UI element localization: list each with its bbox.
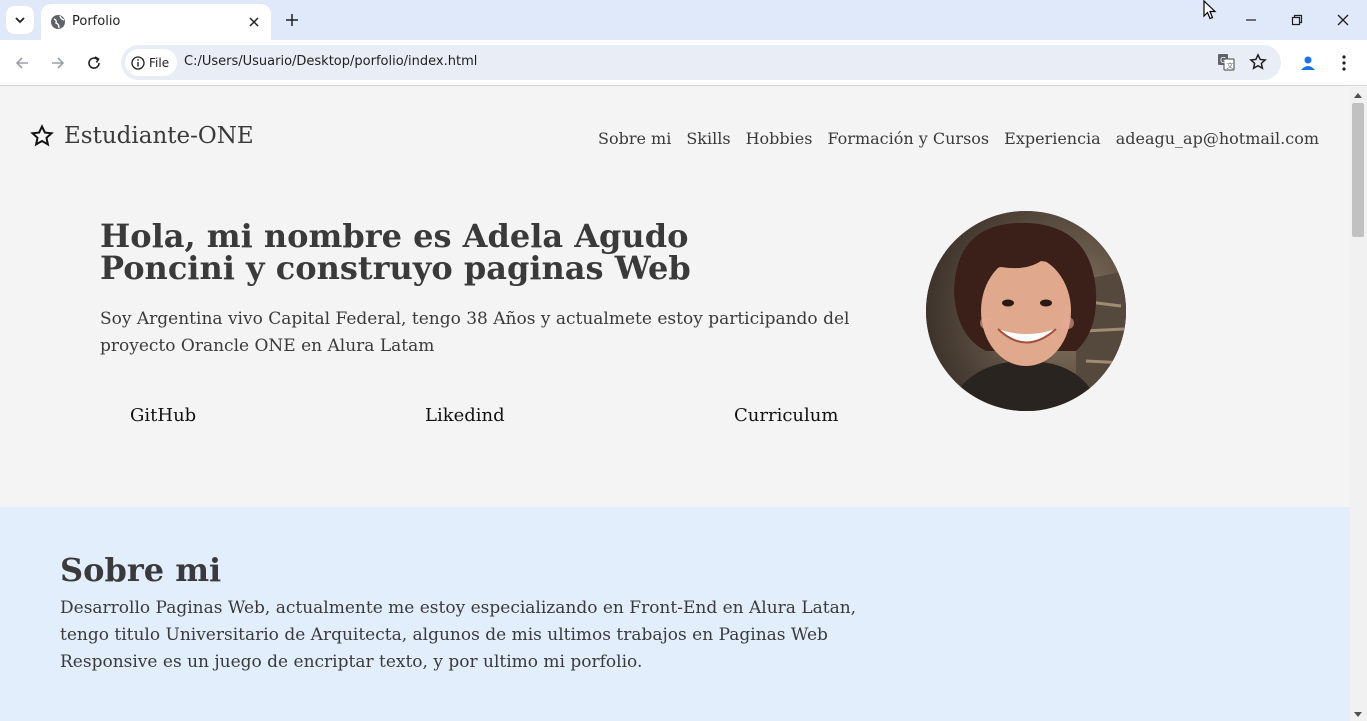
arrow-right-icon [52,57,65,69]
close-tab-button[interactable] [245,13,263,31]
page-scrollbar[interactable] [1350,87,1367,721]
nav-link-experiencia[interactable]: Experiencia [1004,129,1101,148]
hero-description: Soy Argentina vivo Capital Federal, teng… [100,309,850,356]
close-icon [1337,14,1349,26]
page-viewport: Estudiante-ONE Sobre mi Skills Hobbies F… [0,87,1350,721]
restore-button[interactable] [1285,8,1309,32]
mouse-cursor-icon [1203,0,1217,20]
about-heading: Sobre mi [60,551,222,589]
scroll-thumb[interactable] [1352,103,1364,237]
reload-icon [88,56,100,69]
more-vert-icon [1342,55,1346,71]
plus-icon [286,14,298,26]
globe-icon [51,15,65,29]
about-text: Desarrollo Paginas Web, actualmente me e… [60,598,857,672]
nav-link-hobbies[interactable]: Hobbies [746,129,813,148]
info-icon [131,55,145,70]
close-icon [249,17,259,27]
translate-button[interactable]: G文 [1215,51,1237,73]
browser-toolbar: File C:/Users/Usuario/Desktop/porfolio/i… [0,40,1367,86]
close-window-button[interactable] [1331,8,1355,32]
github-link[interactable]: GitHub [130,405,196,426]
bookmark-button[interactable] [1247,51,1269,73]
browser-menu-button[interactable] [1332,51,1356,75]
translate-icon: G文 [1218,54,1235,71]
minimize-icon [1246,19,1256,21]
nav-link-formacion[interactable]: Formación y Cursos [827,129,989,148]
reload-button[interactable] [82,51,106,75]
minimize-button[interactable] [1239,8,1263,32]
chevron-down-icon [15,17,25,24]
site-chip-label: File [149,55,170,70]
brand-name: Estudiante-ONE [64,123,254,149]
profile-button[interactable] [1296,51,1320,75]
curriculum-link[interactable]: Curriculum [734,405,838,426]
nav-link-skills[interactable]: Skills [686,129,730,148]
hero-title: Hola, mi nombre es Adela Agudo Poncini y… [100,217,691,287]
new-tab-button[interactable] [281,9,303,31]
linkedin-link[interactable]: Likedind [425,405,505,426]
tab-search-button[interactable] [6,6,34,34]
url-text[interactable]: C:/Users/Usuario/Desktop/porfolio/index.… [184,54,477,69]
about-section: Sobre mi Desarrollo Paginas Web, actualm… [0,507,1350,721]
browser-tab[interactable]: Porfolio [41,4,271,40]
arrow-left-icon [15,57,28,69]
star-outline-icon [30,124,54,147]
nav-link-email[interactable]: adeagu_ap@hotmail.com [1116,129,1319,148]
tab-title: Porfolio [72,14,121,29]
restore-icon [1291,14,1303,26]
address-bar[interactable]: File C:/Users/Usuario/Desktop/porfolio/i… [121,45,1281,80]
star-outline-icon [1249,53,1267,70]
site-nav: Sobre mi Skills Hobbies Formación y Curs… [598,129,1319,148]
scroll-up-arrow[interactable] [1354,93,1362,98]
person-icon [1301,56,1315,70]
back-button[interactable] [10,51,34,75]
tab-strip: Porfolio [0,0,1367,40]
nav-link-sobre-mi[interactable]: Sobre mi [598,129,671,148]
svg-text:G: G [1220,56,1226,65]
svg-text:文: 文 [1227,61,1234,70]
profile-photo [926,211,1126,411]
site-info-chip[interactable]: File [125,49,177,76]
forward-button[interactable] [46,51,70,75]
site-brand[interactable]: Estudiante-ONE [30,123,254,149]
scroll-down-arrow[interactable] [1354,712,1362,717]
